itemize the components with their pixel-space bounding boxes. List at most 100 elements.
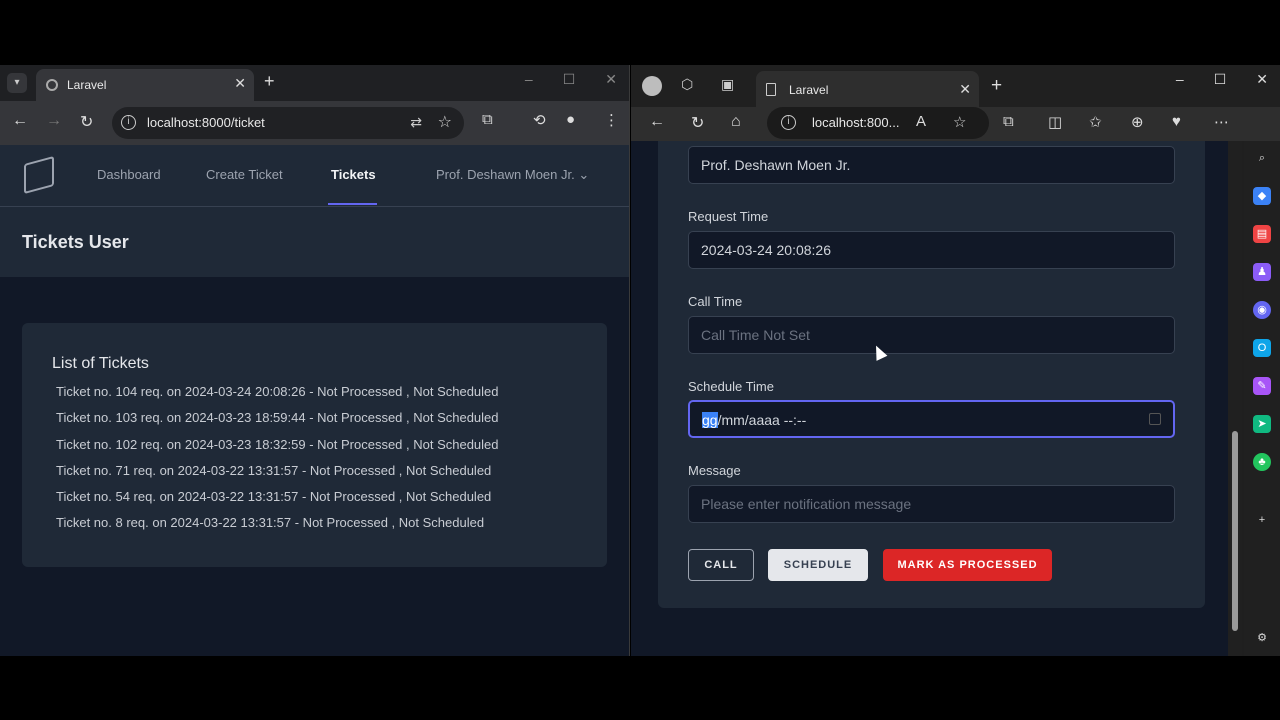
url-text: localhost:800... <box>812 115 900 130</box>
app-navbar: Dashboard Create Ticket Tickets Prof. De… <box>0 145 629 207</box>
split-screen-icon[interactable]: ◫ <box>1048 113 1062 131</box>
send-icon[interactable]: ➤ <box>1253 415 1271 433</box>
reload-icon[interactable]: ↻ <box>80 112 93 132</box>
chrome-toolbar: ← → ↻ i localhost:8000/ticket ⇄ ☆ ⧉ ⟲ ● … <box>0 101 629 145</box>
profile-avatar[interactable] <box>642 76 662 96</box>
ticket-item[interactable]: Ticket no. 102 req. on 2024-03-23 18:32:… <box>56 436 499 462</box>
reload-icon[interactable]: ↻ <box>691 113 704 133</box>
minimize-icon[interactable]: – <box>525 71 533 88</box>
url-text: localhost:8000/ticket <box>147 115 265 130</box>
schedule-button[interactable]: SCHEDULE <box>768 549 868 581</box>
chrome-tab[interactable]: Laravel ✕ <box>36 69 254 101</box>
tab-actions-icon[interactable]: ▣ <box>721 76 734 93</box>
forward-arrow-icon[interactable]: → <box>46 112 62 130</box>
maximize-icon[interactable]: ☐ <box>1214 71 1227 88</box>
active-nav-underline <box>328 203 377 205</box>
edge-tab[interactable]: Laravel ✕ <box>756 71 979 107</box>
ticket-item[interactable]: Ticket no. 8 req. on 2024-03-22 13:31:57… <box>56 514 499 540</box>
minimize-icon[interactable]: – <box>1176 71 1184 88</box>
games-icon[interactable]: ♟ <box>1253 263 1271 281</box>
ticket-form-card: Prof. Deshawn Moen Jr. Request Time 2024… <box>658 141 1205 608</box>
new-tab-plus-icon[interactable]: + <box>264 71 275 92</box>
more-menu-icon[interactable]: ⋮ <box>604 111 619 129</box>
ticket-item[interactable]: Ticket no. 54 req. on 2024-03-22 13:31:5… <box>56 488 499 514</box>
chevron-down-icon: ⌄ <box>578 167 590 182</box>
ticket-item[interactable]: Ticket no. 71 req. on 2024-03-22 13:31:5… <box>56 462 499 488</box>
request-time-field[interactable]: 2024-03-24 20:08:26 <box>688 231 1175 269</box>
list-title: List of Tickets <box>52 355 149 372</box>
edge-tab-bar: ⬡ ▣ Laravel ✕ + – ☐ ✕ <box>631 65 1280 107</box>
tab-search-chevron-icon[interactable]: ▾ <box>7 73 27 93</box>
laravel-logo-icon[interactable] <box>24 155 54 195</box>
browser-essentials-icon[interactable]: ♥ <box>1172 113 1181 130</box>
favorite-star-icon[interactable]: ☆ <box>953 113 966 131</box>
window-controls: – ☐ ✕ <box>525 71 617 88</box>
extensions-icon[interactable]: ⧉ <box>1003 113 1014 130</box>
favorites-icon[interactable]: ✩ <box>1089 113 1102 131</box>
scrollbar[interactable] <box>1228 141 1242 656</box>
shopping-icon[interactable]: ◆ <box>1253 187 1271 205</box>
window-controls: – ☐ ✕ <box>1176 71 1268 88</box>
back-arrow-icon[interactable]: ← <box>12 112 28 130</box>
home-icon[interactable]: ⌂ <box>731 113 741 131</box>
ticket-list: Ticket no. 104 req. on 2024-03-24 20:08:… <box>56 383 499 541</box>
chrome-window: ▾ Laravel ✕ + – ☐ ✕ ← → ↻ i localhost:80… <box>0 65 630 656</box>
read-aloud-icon[interactable]: A <box>916 113 926 130</box>
collections-icon[interactable]: ⊕ <box>1131 113 1144 131</box>
close-window-icon[interactable]: ✕ <box>605 71 617 88</box>
outlook-icon[interactable]: O <box>1253 339 1271 357</box>
page-title: Tickets User <box>22 232 129 252</box>
nav-create-ticket[interactable]: Create Ticket <box>206 167 283 182</box>
new-tab-plus-icon[interactable]: + <box>991 75 1002 97</box>
profile-icon[interactable]: ● <box>566 111 575 128</box>
edge-window: ⬡ ▣ Laravel ✕ + – ☐ ✕ ← ↻ ⌂ i localhost:… <box>631 65 1280 656</box>
nav-dashboard[interactable]: Dashboard <box>97 167 161 182</box>
tickets-card: List of Tickets Ticket no. 104 req. on 2… <box>22 323 607 567</box>
message-label: Message <box>688 463 741 478</box>
designer-icon[interactable]: ✎ <box>1253 377 1271 395</box>
ticket-item[interactable]: Ticket no. 104 req. on 2024-03-24 20:08:… <box>56 383 499 409</box>
sync-icon[interactable]: ⟲ <box>533 111 546 129</box>
nav-tickets[interactable]: Tickets <box>331 167 376 182</box>
call-time-label: Call Time <box>688 294 743 309</box>
translate-icon[interactable]: ⇄ <box>410 114 422 131</box>
user-name: Prof. Deshawn Moen Jr. <box>436 167 575 182</box>
close-tab-icon[interactable]: ✕ <box>234 75 246 92</box>
date-segment-selected: gg <box>702 412 718 428</box>
tree-icon[interactable]: ♣ <box>1253 453 1271 471</box>
user-field[interactable]: Prof. Deshawn Moen Jr. <box>688 146 1175 184</box>
add-plus-icon[interactable]: + <box>1253 511 1271 529</box>
bookmark-star-icon[interactable]: ☆ <box>438 112 452 132</box>
edge-sidebar: ⌕ ◆ ▤ ♟ ◉ O ✎ ➤ ♣ + ⚙ <box>1244 141 1280 656</box>
site-info-icon[interactable]: i <box>781 115 796 130</box>
main-content: List of Tickets Ticket no. 104 req. on 2… <box>0 277 629 656</box>
back-arrow-icon[interactable]: ← <box>649 113 665 131</box>
date-segment-rest: /mm/aaaa --:-- <box>717 412 807 428</box>
mark-as-processed-button[interactable]: MARK AS PROCESSED <box>883 549 1052 581</box>
schedule-time-field[interactable]: gg/mm/aaaa --:-- <box>688 400 1175 438</box>
request-time-label: Request Time <box>688 209 769 224</box>
site-info-icon[interactable]: i <box>121 115 136 130</box>
page-icon <box>766 83 776 96</box>
chrome-tab-bar: ▾ Laravel ✕ + – ☐ ✕ <box>0 65 629 101</box>
more-menu-icon[interactable]: ⋯ <box>1214 113 1229 131</box>
call-time-field[interactable]: Call Time Not Set <box>688 316 1175 354</box>
settings-gear-icon[interactable]: ⚙ <box>1253 629 1271 647</box>
close-window-icon[interactable]: ✕ <box>1256 71 1268 88</box>
tools-icon[interactable]: ▤ <box>1253 225 1271 243</box>
ticket-item[interactable]: Ticket no. 103 req. on 2024-03-23 18:59:… <box>56 409 499 435</box>
address-bar[interactable]: i localhost:8000/ticket ⇄ ☆ <box>112 107 464 139</box>
message-field[interactable]: Please enter notification message <box>688 485 1175 523</box>
tab-title: Laravel <box>789 83 829 97</box>
copilot-icon[interactable]: ◉ <box>1253 301 1271 319</box>
globe-icon <box>46 79 58 91</box>
scrollbar-thumb[interactable] <box>1232 431 1238 631</box>
extensions-puzzle-icon[interactable]: ⧉ <box>482 111 493 128</box>
search-icon[interactable]: ⌕ <box>1253 149 1271 167</box>
close-tab-icon[interactable]: ✕ <box>959 81 971 98</box>
workspaces-icon[interactable]: ⬡ <box>681 76 693 93</box>
user-dropdown[interactable]: Prof. Deshawn Moen Jr. ⌄ <box>436 167 589 183</box>
calendar-icon[interactable] <box>1149 413 1161 425</box>
call-button[interactable]: CALL <box>688 549 754 581</box>
maximize-icon[interactable]: ☐ <box>563 71 576 88</box>
